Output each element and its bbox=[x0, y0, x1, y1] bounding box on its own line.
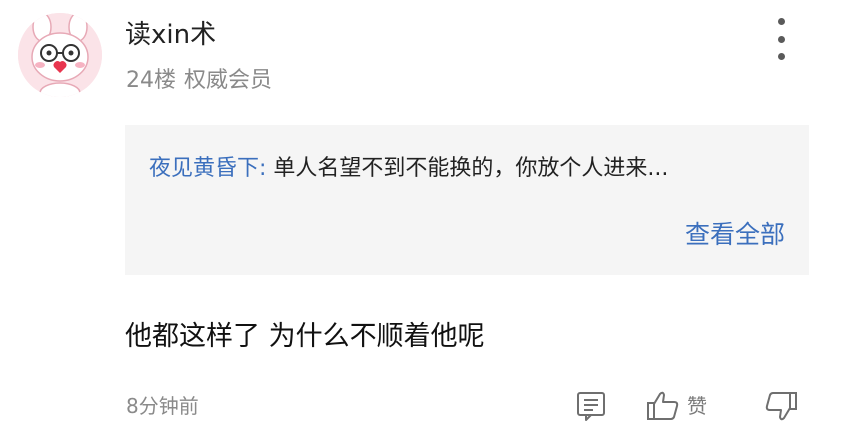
reply-preview-box[interactable]: 夜见黄昏下: 单人名望不到不能换的，你放个人进来... 查看全部 bbox=[125, 125, 809, 275]
comment-icon bbox=[577, 392, 605, 421]
dislike-button[interactable] bbox=[763, 388, 799, 424]
reply-button[interactable] bbox=[574, 388, 608, 424]
thumbs-up-icon bbox=[647, 391, 679, 420]
floor-number: 24楼 bbox=[126, 68, 176, 93]
reply-content: 单人名望不到不能换的，你放个人进来... bbox=[273, 156, 669, 181]
cartoon-bunny-avatar-icon bbox=[18, 13, 102, 97]
more-vertical-icon-dot bbox=[777, 53, 785, 60]
view-all-replies-link[interactable]: 查看全部 bbox=[685, 218, 785, 252]
more-options-button[interactable] bbox=[766, 18, 796, 60]
reply-author[interactable]: 夜见黄昏下: bbox=[149, 156, 266, 181]
comment-meta: 24楼 权威会员 bbox=[126, 66, 272, 96]
more-vertical-icon-dot bbox=[777, 35, 785, 43]
avatar[interactable] bbox=[18, 13, 102, 97]
reply-preview-line: 夜见黄昏下: 单人名望不到不能换的，你放个人进来... bbox=[149, 153, 668, 185]
username[interactable]: 读xin术 bbox=[125, 18, 216, 52]
more-vertical-icon-dot bbox=[777, 18, 785, 25]
thumbs-down-icon bbox=[765, 392, 797, 421]
like-button[interactable]: 赞 bbox=[645, 388, 707, 424]
like-label: 赞 bbox=[687, 394, 707, 418]
comment-time: 8分钟前 bbox=[126, 394, 199, 418]
comment-text: 他都这样了 为什么不顺着他呢 bbox=[125, 321, 485, 352]
member-badge: 权威会员 bbox=[184, 68, 273, 93]
